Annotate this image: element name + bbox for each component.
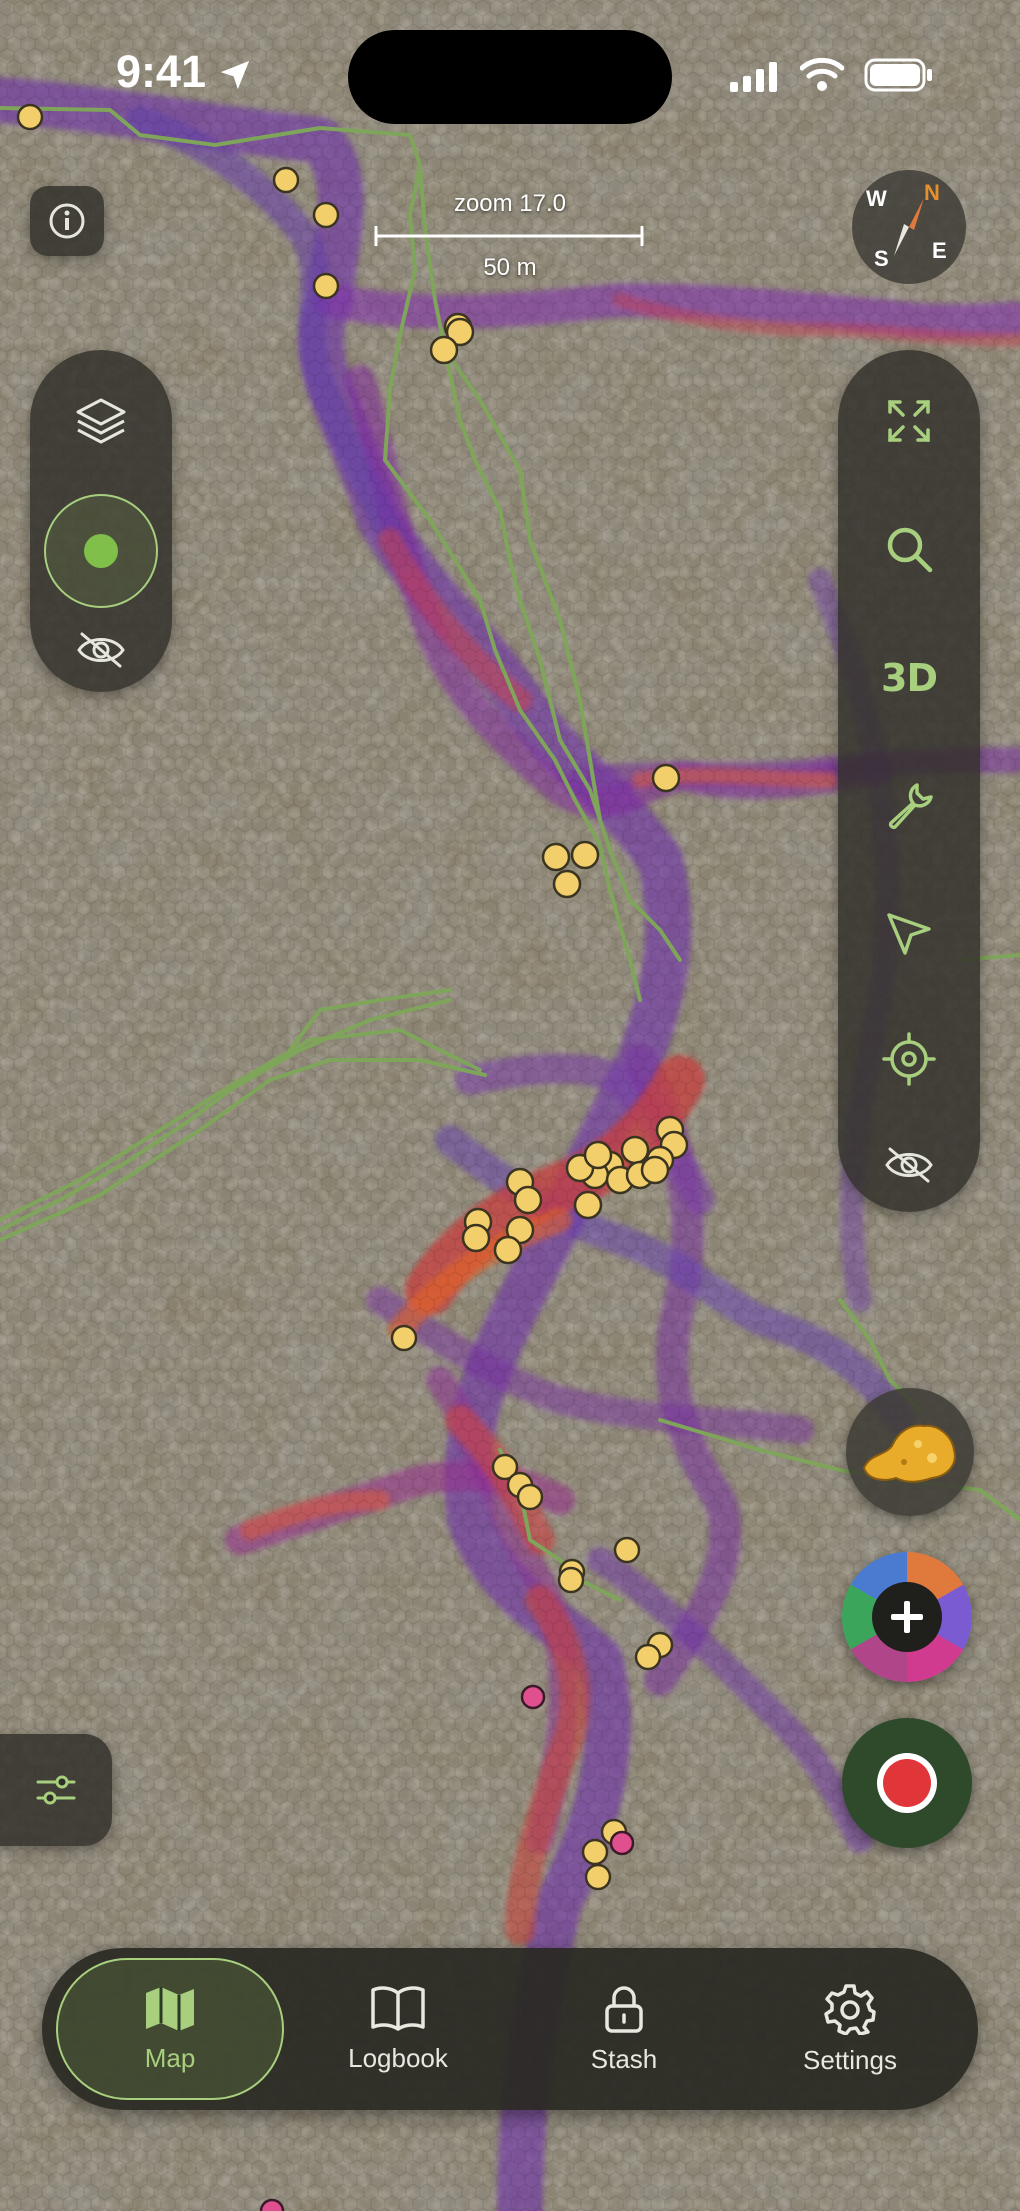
signal-icon [730,62,777,92]
wrench-icon [888,783,933,830]
status-bar: 9:41 [0,0,1020,150]
location-toggle-button[interactable] [44,494,158,608]
hide-right-button[interactable] [874,1140,944,1190]
search-button[interactable] [870,514,948,584]
info-icon [49,203,85,239]
compass[interactable]: N E S W [852,170,966,284]
hide-icon [885,1147,933,1183]
search-icon [887,527,933,573]
sliders-icon [36,1775,76,1805]
record-icon [877,1753,937,1813]
three-d-button[interactable]: 3D [870,646,948,710]
location-arrow-icon [220,60,250,90]
tab-map[interactable]: Map [56,1958,284,2100]
tab-settings-label: Settings [803,2044,897,2075]
tab-settings[interactable]: Settings [744,1958,956,2100]
add-icon [891,1601,923,1633]
compass-w: W [866,186,887,211]
tab-logbook-label: Logbook [348,2042,448,2073]
navigate-icon [887,913,931,955]
dynamic-island [348,30,672,124]
three-d-label: 3D [881,656,938,700]
scale-label: 50 m [483,254,537,281]
nugget-icon [862,1424,956,1483]
left-control-panel [30,350,172,692]
compass-e: E [932,238,947,263]
navigate-button[interactable] [870,898,948,968]
map-icon [146,1986,194,2031]
battery-icon [864,58,932,92]
location-toggle-icon [84,534,118,568]
tab-bar: Map Logbook Stash Settings [42,1948,978,2110]
compass-n: N [924,180,940,205]
gear-icon [824,1983,876,2035]
filter-button[interactable] [0,1734,112,1846]
tools-button[interactable] [870,770,948,840]
wifi-icon [800,57,844,91]
hide-left-button[interactable] [66,622,136,678]
nugget-button[interactable] [846,1388,974,1516]
lock-icon [605,1985,643,2033]
compass-s: S [874,246,889,271]
center-location-button[interactable] [870,1024,948,1094]
status-time: 9:41 [116,46,207,97]
crosshair-icon [882,1032,936,1086]
tab-logbook[interactable]: Logbook [292,1958,504,2100]
layers-icon [76,398,126,444]
tab-stash-label: Stash [590,2043,658,2074]
add-button[interactable] [842,1552,972,1682]
fullscreen-icon [888,400,930,442]
tab-map-label: Map [144,2042,196,2073]
record-button[interactable] [842,1718,972,1848]
tab-stash[interactable]: Stash [518,1958,730,2100]
layers-button[interactable] [66,386,136,456]
zoom-level: zoom 17.0 [453,190,567,217]
right-toolbar: 3D [838,350,980,1212]
hide-icon [77,632,125,668]
book-icon [371,1985,425,2031]
info-button[interactable] [30,186,104,256]
fullscreen-button[interactable] [870,386,948,456]
